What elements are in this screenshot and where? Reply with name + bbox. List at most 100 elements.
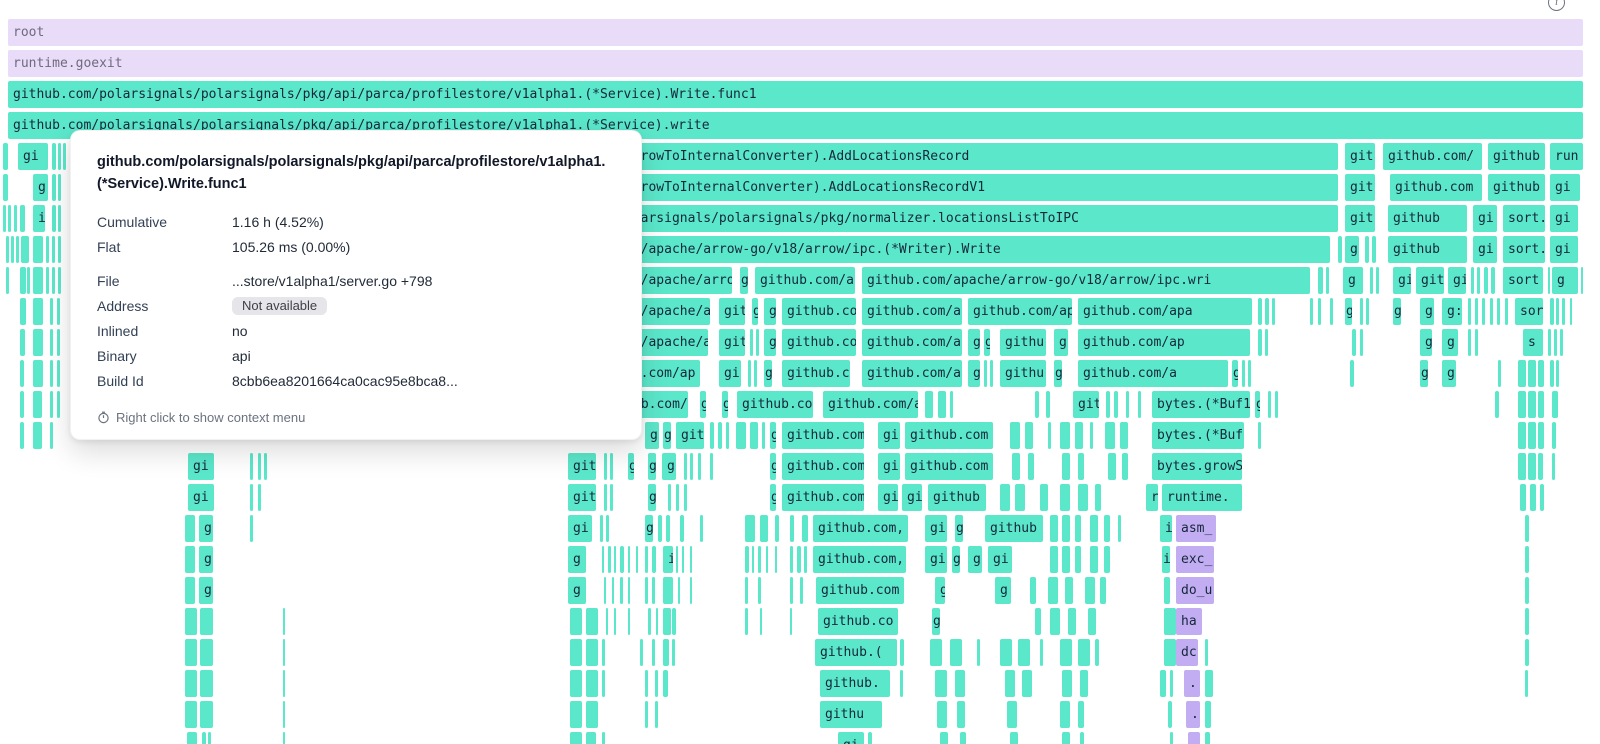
- flame-block[interactable]: [655, 670, 658, 697]
- flame-block[interactable]: [680, 515, 684, 542]
- flame-block[interactable]: [1520, 484, 1526, 511]
- flame-block[interactable]: [1372, 236, 1376, 263]
- flame-block[interactable]: [804, 546, 807, 573]
- flame-block[interactable]: githu: [1000, 329, 1046, 356]
- flame-block[interactable]: [900, 639, 904, 666]
- flame-block[interactable]: [676, 546, 678, 573]
- flame-block[interactable]: [200, 701, 213, 728]
- flame-block[interactable]: [604, 453, 607, 480]
- flame-block[interactable]: [250, 515, 253, 542]
- flame-block[interactable]: [1120, 422, 1128, 449]
- flame-block[interactable]: sor: [1515, 298, 1543, 325]
- flame-block[interactable]: [52, 236, 55, 263]
- flame-block[interactable]: g: [968, 329, 980, 356]
- flame-block[interactable]: [745, 546, 749, 573]
- flame-block[interactable]: i: [33, 205, 45, 232]
- flame-block[interactable]: [1046, 391, 1050, 418]
- flame-block[interactable]: [1554, 329, 1557, 356]
- flame-block[interactable]: gi: [878, 484, 898, 511]
- flame-block[interactable]: g: [648, 484, 656, 511]
- flame-block[interactable]: [684, 453, 687, 480]
- flame-block[interactable]: [602, 732, 605, 744]
- flame-block[interactable]: [258, 484, 261, 511]
- flame-block[interactable]: s: [1523, 329, 1543, 356]
- flame-block[interactable]: [1040, 639, 1043, 666]
- flame-block[interactable]: [1258, 329, 1262, 356]
- flame-block[interactable]: [1126, 391, 1129, 418]
- flame-block[interactable]: [20, 391, 24, 418]
- flame-block[interactable]: [1205, 732, 1210, 744]
- flame-block[interactable]: [185, 546, 195, 573]
- flame-block[interactable]: [185, 608, 197, 635]
- flame-block[interactable]: [1164, 608, 1176, 635]
- flame-block[interactable]: [718, 422, 722, 449]
- flame-block[interactable]: [640, 639, 643, 666]
- flame-block[interactable]: [655, 701, 658, 728]
- flame-block[interactable]: [690, 577, 692, 604]
- flame-block[interactable]: github: [1488, 143, 1545, 170]
- flame-block[interactable]: [645, 701, 648, 728]
- flame-block[interactable]: [925, 391, 933, 418]
- flame-block[interactable]: github.com/: [737, 391, 813, 418]
- flame-block[interactable]: [200, 670, 213, 697]
- flame-block[interactable]: [1090, 422, 1093, 449]
- flame-block[interactable]: github.com/: [782, 422, 864, 449]
- flame-block[interactable]: [672, 639, 675, 666]
- flame-block[interactable]: [208, 732, 211, 744]
- flame-block[interactable]: gi: [925, 546, 947, 573]
- flame-block[interactable]: g: [645, 515, 653, 542]
- flame-block[interactable]: [570, 701, 582, 728]
- flame-block[interactable]: [1525, 577, 1529, 604]
- flame-block[interactable]: gi: [1550, 205, 1578, 232]
- flame-block[interactable]: [1105, 422, 1115, 449]
- flame-block[interactable]: g: [968, 360, 980, 387]
- flame-block[interactable]: [1078, 701, 1084, 728]
- flame-block[interactable]: [1528, 422, 1536, 449]
- flame-block[interactable]: [1118, 515, 1121, 542]
- flame-block[interactable]: g: [984, 329, 990, 356]
- flame-block[interactable]: [1318, 298, 1321, 325]
- flame-block[interactable]: [1104, 515, 1110, 542]
- flame-block[interactable]: [1475, 298, 1478, 325]
- flame-block[interactable]: [1164, 577, 1170, 604]
- flame-block[interactable]: [1005, 670, 1015, 697]
- flame-block[interactable]: [604, 484, 607, 511]
- flame-block[interactable]: [14, 205, 17, 232]
- flame-block[interactable]: [1525, 670, 1528, 697]
- flame-block[interactable]: [1035, 608, 1041, 635]
- flame-block[interactable]: bytes.growS: [1152, 453, 1242, 480]
- flame-block[interactable]: [1088, 608, 1096, 635]
- flame-block[interactable]: [1556, 360, 1559, 387]
- flame-block[interactable]: [762, 422, 765, 449]
- flame-block[interactable]: g: [722, 391, 728, 418]
- flame-block[interactable]: [663, 608, 671, 635]
- flame-block[interactable]: g: [752, 298, 758, 325]
- flame-block[interactable]: [1060, 484, 1070, 511]
- flame-block[interactable]: r: [1146, 484, 1158, 511]
- flame-block[interactable]: [1570, 298, 1572, 325]
- flame-block[interactable]: [1007, 701, 1017, 728]
- flame-block[interactable]: [1528, 360, 1536, 387]
- flame-block[interactable]: gi: [878, 422, 900, 449]
- flame-block[interactable]: [1022, 670, 1032, 697]
- flame-block[interactable]: [46, 236, 49, 263]
- flame-block[interactable]: gi: [1550, 174, 1580, 201]
- flame-block[interactable]: g: [645, 422, 659, 449]
- flame-block[interactable]: [1338, 236, 1342, 263]
- flame-block[interactable]: [1490, 298, 1493, 325]
- flame-block[interactable]: g: [33, 174, 48, 201]
- flame-block[interactable]: [758, 577, 761, 604]
- flame-block[interactable]: [586, 732, 596, 744]
- flame-block[interactable]: [790, 577, 793, 604]
- flame-block[interactable]: [1468, 298, 1471, 325]
- flame-block[interactable]: [930, 639, 942, 666]
- flame-block[interactable]: [1170, 670, 1173, 697]
- flame-block[interactable]: [1106, 391, 1110, 418]
- flame-block[interactable]: [754, 360, 757, 387]
- flame-block[interactable]: [604, 577, 606, 604]
- flame-block[interactable]: github.com/: [782, 453, 864, 480]
- flame-block[interactable]: github.com/: [1383, 143, 1482, 170]
- flame-block[interactable]: g: [764, 360, 772, 387]
- flame-block[interactable]: [1035, 391, 1039, 418]
- flame-block[interactable]: [1062, 732, 1070, 744]
